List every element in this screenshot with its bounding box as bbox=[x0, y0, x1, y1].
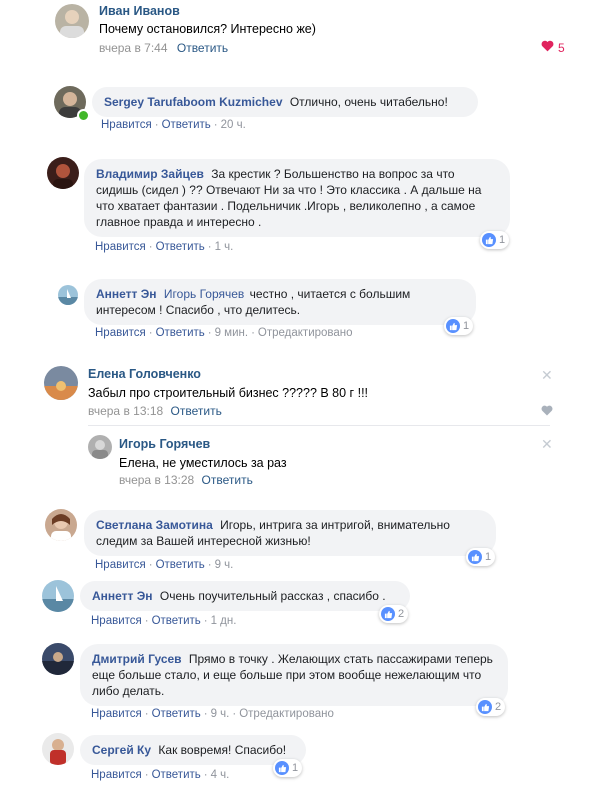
comment-time[interactable]: 9 мин. bbox=[215, 327, 248, 339]
like-link[interactable]: Нравится bbox=[95, 327, 146, 339]
comment-author[interactable]: Сергей Ку bbox=[92, 743, 151, 757]
comment-time[interactable]: вчера в 13:18 bbox=[88, 404, 163, 418]
like-link[interactable]: Нравится bbox=[95, 241, 146, 253]
mention-link[interactable]: Игорь Горячев bbox=[164, 287, 244, 301]
reaction-badge[interactable]: 2 bbox=[476, 698, 506, 716]
comment-actions: Нравится · Ответить · 1 дн. bbox=[91, 615, 237, 627]
reply-link[interactable]: Ответить bbox=[152, 708, 201, 720]
comment-text: Почему остановился? Интересно же) bbox=[99, 22, 316, 36]
comment-time[interactable]: вчера в 13:28 bbox=[119, 473, 194, 487]
comment-author[interactable]: Игорь Горячев bbox=[119, 437, 210, 451]
thumbs-up-icon bbox=[478, 700, 492, 714]
comment-text: Очень поучительный рассказ , спасибо . bbox=[159, 589, 386, 603]
thumbs-up-icon bbox=[482, 233, 496, 247]
avatar[interactable] bbox=[55, 4, 89, 38]
reaction-badge[interactable]: 1 bbox=[444, 317, 474, 335]
thumbs-up-icon bbox=[446, 319, 460, 333]
comment-time[interactable]: 20 ч. bbox=[221, 119, 246, 131]
comment-actions: Нравится · Ответить · 1 ч. bbox=[95, 241, 234, 253]
reaction-count: 2 bbox=[398, 608, 405, 620]
comment-bubble: Светлана Замотина Игорь, интрига за интр… bbox=[84, 510, 496, 556]
comment-actions: Нравится · Ответить · 20 ч. bbox=[101, 119, 246, 131]
comment-actions: Нравится · Ответить · 4 ч. bbox=[91, 769, 230, 781]
reaction-badge[interactable]: 1 bbox=[273, 759, 303, 777]
reaction-count: 1 bbox=[485, 551, 492, 563]
reply-link[interactable]: Ответить bbox=[156, 241, 205, 253]
avatar[interactable] bbox=[44, 366, 78, 400]
comment-bubble: Аннетт Эн Игорь Горячев честно , читаетс… bbox=[84, 279, 476, 325]
reply-link[interactable]: Ответить bbox=[156, 327, 205, 339]
reaction-count: 2 bbox=[495, 701, 502, 713]
edited-label[interactable]: Отредактировано bbox=[258, 327, 353, 339]
reply-link[interactable]: Ответить bbox=[177, 41, 228, 55]
reaction-badge[interactable]: 2 bbox=[379, 605, 409, 623]
comment-author[interactable]: Аннетт Эн bbox=[96, 287, 157, 301]
comment-time[interactable]: 1 дн. bbox=[211, 615, 237, 627]
avatar[interactable] bbox=[47, 157, 79, 189]
comment-bubble: Владимир Зайцев За крестик ? Большенство… bbox=[84, 159, 510, 237]
avatar[interactable] bbox=[42, 580, 74, 612]
avatar[interactable] bbox=[42, 733, 74, 765]
divider bbox=[88, 425, 550, 426]
comment-meta: вчера в 7:44 Ответить bbox=[99, 41, 228, 55]
comment-meta: вчера в 13:28 Ответить bbox=[119, 473, 253, 487]
comment-time[interactable]: вчера в 7:44 bbox=[99, 41, 168, 55]
comment-author[interactable]: Елена Головченко bbox=[88, 367, 201, 381]
comment-time[interactable]: 1 ч. bbox=[215, 241, 234, 253]
like-link[interactable]: Нравится bbox=[101, 119, 152, 131]
comment-meta: вчера в 13:18 Ответить bbox=[88, 404, 222, 418]
comment-author[interactable]: Sergey Tarufaboom Kuzmichev bbox=[104, 95, 283, 109]
comment-actions: Нравится · Ответить · 9 ч. bbox=[95, 559, 234, 571]
reaction-count: 1 bbox=[499, 234, 506, 246]
comment-bubble: Аннетт Эн Очень поучительный рассказ , с… bbox=[80, 581, 410, 611]
comment-actions: Нравится · Ответить · 9 ч. · Отредактировано bbox=[91, 708, 334, 720]
comment-author[interactable]: Дмитрий Гусев bbox=[92, 652, 182, 666]
like-link[interactable]: Нравится bbox=[91, 708, 142, 720]
thumbs-up-icon bbox=[381, 607, 395, 621]
reply-link[interactable]: Ответить bbox=[152, 615, 201, 627]
like-count-widget[interactable]: 5 bbox=[541, 40, 565, 55]
close-icon[interactable]: ✕ bbox=[541, 437, 553, 451]
edited-label[interactable]: Отредактировано bbox=[239, 708, 334, 720]
comment-text: Отлично, очень читабельно! bbox=[289, 95, 448, 109]
like-link[interactable]: Нравится bbox=[91, 769, 142, 781]
reaction-badge[interactable]: 1 bbox=[466, 548, 496, 566]
comment-text: Забыл про строительный бизнес ????? В 80… bbox=[88, 386, 369, 400]
comment-actions: Нравится · Ответить · 9 мин. · Отредактировано bbox=[95, 327, 353, 339]
avatar[interactable] bbox=[58, 285, 78, 305]
comment-author[interactable]: Аннетт Эн bbox=[92, 589, 153, 603]
comment-bubble: Сергей Ку Как вовремя! Спасибо! bbox=[80, 735, 306, 765]
reply-link[interactable]: Ответить bbox=[152, 769, 201, 781]
reply-link[interactable]: Ответить bbox=[156, 559, 205, 571]
like-link[interactable]: Нравится bbox=[95, 559, 146, 571]
comment-time[interactable]: 4 ч. bbox=[211, 769, 230, 781]
comment-bubble: Дмитрий Гусев Прямо в точку . Желающих с… bbox=[80, 644, 508, 706]
reaction-badge[interactable]: 1 bbox=[480, 231, 510, 249]
comment-author[interactable]: Иван Иванов bbox=[99, 4, 180, 18]
reply-link[interactable]: Ответить bbox=[171, 404, 222, 418]
thumbs-up-icon bbox=[468, 550, 482, 564]
heart-icon[interactable] bbox=[541, 405, 553, 419]
thumbs-up-icon bbox=[275, 761, 289, 775]
like-count: 5 bbox=[558, 40, 565, 55]
comment-bubble: Sergey Tarufaboom Kuzmichev Отлично, оче… bbox=[92, 87, 478, 117]
comment-time[interactable]: 9 ч. bbox=[215, 559, 234, 571]
online-status-dot bbox=[77, 109, 90, 122]
reply-link[interactable]: Ответить bbox=[162, 119, 211, 131]
heart-icon bbox=[541, 40, 554, 55]
reply-link[interactable]: Ответить bbox=[202, 473, 253, 487]
like-link[interactable]: Нравится bbox=[91, 615, 142, 627]
reaction-count: 1 bbox=[292, 762, 299, 774]
close-icon[interactable]: ✕ bbox=[541, 368, 553, 382]
avatar[interactable] bbox=[88, 435, 112, 459]
comment-text: Как вовремя! Спасибо! bbox=[158, 743, 287, 757]
comment-author[interactable]: Светлана Замотина bbox=[96, 518, 213, 532]
avatar[interactable] bbox=[45, 509, 77, 541]
comment-time[interactable]: 9 ч. bbox=[211, 708, 230, 720]
avatar[interactable] bbox=[42, 643, 74, 675]
reaction-count: 1 bbox=[463, 320, 470, 332]
comment-author[interactable]: Владимир Зайцев bbox=[96, 167, 204, 181]
comment-text: Елена, не уместилось за раз bbox=[119, 456, 287, 470]
